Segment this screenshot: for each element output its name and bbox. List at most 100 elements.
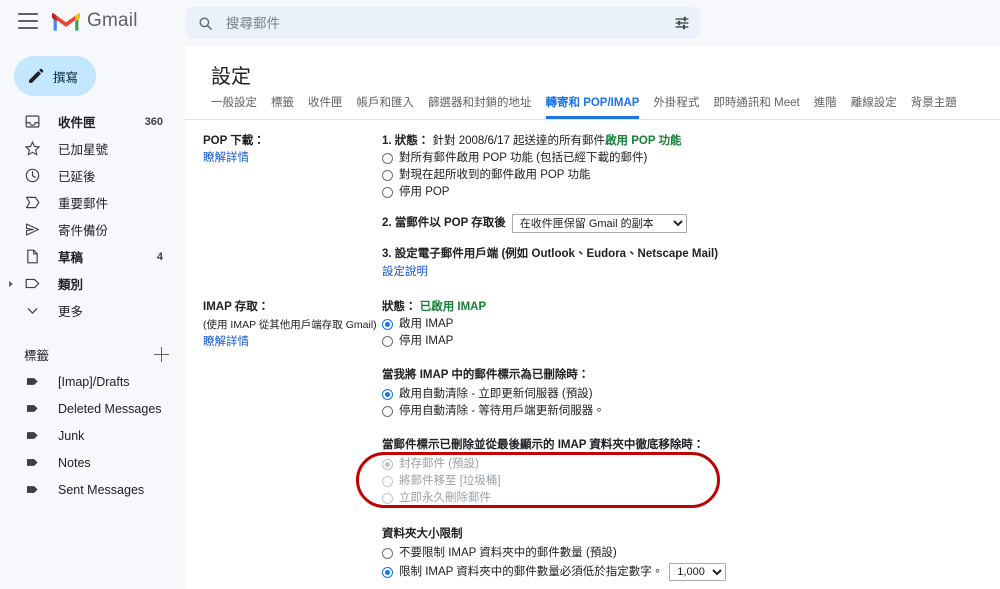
sidebar-label-notes[interactable]: Notes bbox=[0, 449, 177, 476]
tab-advanced[interactable]: 進階 bbox=[814, 97, 837, 119]
chevron-down-icon bbox=[24, 302, 41, 319]
search-icon bbox=[198, 16, 213, 31]
main-menu-icon[interactable] bbox=[18, 13, 38, 33]
radio-icon[interactable] bbox=[382, 566, 393, 578]
imap-options-col: 狀態： 已啟用 IMAP 啟用 IMAP 停用 IMAP 當我將 IMAP 中的… bbox=[382, 299, 1000, 589]
pop-option-all-mail[interactable]: 對所有郵件啟用 POP 功能 (包括已經下載的郵件) bbox=[382, 150, 1000, 167]
gmail-mark-icon bbox=[52, 11, 80, 32]
radio-icon[interactable] bbox=[382, 336, 393, 347]
sidebar-item-inbox[interactable]: 收件匣 360 bbox=[0, 108, 177, 135]
label-icon bbox=[24, 275, 41, 292]
sidebar-label-junk[interactable]: Junk bbox=[0, 422, 177, 449]
sidebar-label-deleted-messages[interactable]: Deleted Messages bbox=[0, 395, 177, 422]
radio-icon[interactable] bbox=[382, 170, 393, 181]
search-input[interactable] bbox=[224, 14, 674, 32]
compose-button[interactable]: 撰寫 bbox=[14, 56, 96, 96]
sidebar-item-categories[interactable]: 類別 bbox=[0, 270, 177, 297]
search-bar[interactable] bbox=[186, 7, 700, 39]
imap-learn-more-link[interactable]: 瞭解詳情 bbox=[203, 334, 249, 350]
radio-icon[interactable] bbox=[382, 153, 393, 164]
sidebar: 撰寫 收件匣 360 已加星號 已延後 重要郵件 寄件備份 草稿 4 類別 更多… bbox=[0, 46, 185, 589]
imap-status-line: 狀態： 已啟用 IMAP bbox=[382, 299, 1000, 316]
imap-label-col: IMAP 存取： (使用 IMAP 從其他用戶端存取 Gmail) 瞭解詳情 bbox=[185, 299, 382, 589]
imap-delete-option-auto-expunge-off[interactable]: 停用自動清除 - 等待用戶端更新伺服器。 bbox=[382, 403, 1000, 420]
sidebar-item-snoozed[interactable]: 已延後 bbox=[0, 162, 177, 189]
gmail-wordmark: Gmail bbox=[87, 10, 138, 31]
sidebar-item-more[interactable]: 更多 bbox=[0, 297, 177, 324]
sidebar-label-text: Junk bbox=[58, 428, 85, 443]
imap-option-disable[interactable]: 停用 IMAP bbox=[382, 333, 1000, 350]
chevron-right-icon[interactable] bbox=[9, 280, 13, 287]
sidebar-item-sent[interactable]: 寄件備份 bbox=[0, 216, 177, 243]
settings-panel: 設定 一般設定 標籤 收件匣 帳戶和匯入 篩選器和封鎖的地址 轉寄和 POP/I… bbox=[185, 46, 1000, 589]
radio-icon[interactable] bbox=[382, 548, 393, 559]
folder-size-limit-title: 資料夾大小限制 bbox=[382, 528, 463, 540]
tab-themes[interactable]: 背景主題 bbox=[911, 97, 957, 119]
gmail-logo[interactable]: Gmail bbox=[52, 10, 138, 32]
imap-delete-group-title: 當我將 IMAP 中的郵件標示為已刪除時： bbox=[382, 369, 590, 381]
imap-section-title: IMAP 存取： bbox=[203, 301, 270, 313]
pop-option-disable[interactable]: 停用 POP bbox=[382, 184, 1000, 201]
sidebar-item-starred[interactable]: 已加星號 bbox=[0, 135, 177, 162]
imap-option-label: 啟用 IMAP bbox=[399, 318, 454, 330]
sidebar-label-text: [Imap]/Drafts bbox=[58, 374, 130, 389]
pop-option-from-now[interactable]: 對現在起所收到的郵件啟用 POP 功能 bbox=[382, 167, 1000, 184]
sidebar-item-label: 收件匣 bbox=[58, 116, 96, 130]
pop-option-label: 對所有郵件啟用 POP 功能 (包括已經下載的郵件) bbox=[399, 152, 648, 164]
imap-option-enable[interactable]: 啟用 IMAP bbox=[382, 316, 1000, 333]
tab-inbox[interactable]: 收件匣 bbox=[308, 97, 343, 119]
imap-expunge-option-label: 立即永久刪除郵件 bbox=[399, 492, 491, 504]
tab-addons[interactable]: 外掛程式 bbox=[653, 97, 699, 119]
compose-label: 撰寫 bbox=[53, 70, 79, 85]
radio-icon bbox=[382, 476, 393, 487]
sidebar-item-drafts[interactable]: 草稿 4 bbox=[0, 243, 177, 270]
tab-filters-blocked[interactable]: 篩選器和封鎖的地址 bbox=[428, 97, 532, 119]
radio-icon[interactable] bbox=[382, 389, 393, 400]
send-icon bbox=[24, 221, 41, 238]
pop-step3-row: 3. 設定電子郵件用戶端 (例如 Outlook、Eudora、Netscape… bbox=[382, 246, 1000, 281]
imap-access-section: IMAP 存取： (使用 IMAP 從其他用戶端存取 Gmail) 瞭解詳情 狀… bbox=[185, 281, 1000, 589]
imap-status-highlight: 已啟用 IMAP bbox=[419, 301, 487, 313]
tab-general[interactable]: 一般設定 bbox=[211, 97, 257, 119]
settings-body: POP 下載： 瞭解詳情 1. 狀態： 針對 2008/6/17 起送達的所有郵… bbox=[185, 120, 1000, 589]
imap-expunge-group-title: 當郵件標示已刪除並從最後顯示的 IMAP 資料夾中徹底移除時： bbox=[382, 439, 705, 451]
page-title: 設定 bbox=[211, 66, 251, 88]
pop-action-select[interactable]: 在收件匣保留 Gmail 的副本 將 Gmail 的副本標示為已讀取 封存 Gm… bbox=[511, 214, 687, 233]
sidebar-item-count: 4 bbox=[156, 250, 163, 263]
imap-delete-option-auto-expunge-on[interactable]: 啟用自動清除 - 立即更新伺服器 (預設) bbox=[382, 386, 1000, 403]
folder-size-option-unlimited[interactable]: 不要限制 IMAP 資料夾中的郵件數量 (預設) bbox=[382, 545, 1000, 562]
sidebar-item-label: 更多 bbox=[58, 305, 84, 319]
radio-icon[interactable] bbox=[382, 187, 393, 198]
sidebar-label-sent-messages[interactable]: Sent Messages bbox=[0, 476, 177, 503]
imap-status-prefix: 狀態： bbox=[382, 301, 417, 313]
tab-accounts-import[interactable]: 帳戶和匯入 bbox=[357, 97, 415, 119]
sidebar-label-imap-drafts[interactable]: [Imap]/Drafts bbox=[0, 368, 177, 395]
pop-status-highlight: 啟用 POP 功能 bbox=[605, 135, 682, 147]
top-bar: Gmail bbox=[0, 0, 1000, 46]
pencil-icon bbox=[27, 68, 44, 85]
pop-learn-more-link[interactable]: 瞭解詳情 bbox=[203, 150, 249, 166]
folder-size-option-limited[interactable]: 限制 IMAP 資料夾中的郵件數量必須低於指定數字。 1,000 2,000 5… bbox=[382, 562, 1000, 582]
plus-icon[interactable] bbox=[154, 346, 169, 362]
folder-size-limit-select[interactable]: 1,000 2,000 5,000 10,000 bbox=[669, 563, 727, 581]
important-icon bbox=[24, 194, 41, 211]
radio-icon[interactable] bbox=[382, 319, 393, 330]
settings-tabs: 一般設定 標籤 收件匣 帳戶和匯入 篩選器和封鎖的地址 轉寄和 POP/IMAP… bbox=[185, 89, 1000, 120]
sidebar-item-label: 草稿 bbox=[58, 251, 84, 265]
imap-expunge-option-trash: 將郵件移至 [垃圾桶] bbox=[382, 473, 1000, 490]
imap-expunge-option-label: 將郵件移至 [垃圾桶] bbox=[399, 475, 501, 487]
pop-options-col: 1. 狀態： 針對 2008/6/17 起送達的所有郵件啟用 POP 功能 對所… bbox=[382, 133, 1000, 281]
tab-forwarding-pop-imap[interactable]: 轉寄和 POP/IMAP bbox=[545, 97, 640, 119]
tab-offline[interactable]: 離線設定 bbox=[851, 97, 897, 119]
pop-status-prefix: 1. 狀態： bbox=[382, 135, 430, 147]
radio-icon[interactable] bbox=[382, 406, 393, 417]
imap-section-subtitle: (使用 IMAP 從其他用戶端存取 Gmail) bbox=[203, 319, 377, 331]
tab-chat-meet[interactable]: 即時通訊和 Meet bbox=[713, 97, 799, 119]
tab-labels[interactable]: 標籤 bbox=[271, 97, 294, 119]
search-options-icon[interactable] bbox=[674, 15, 690, 31]
pop-status-line: 1. 狀態： 針對 2008/6/17 起送達的所有郵件啟用 POP 功能 bbox=[382, 133, 1000, 150]
label-tag-icon bbox=[24, 481, 41, 498]
pop-setup-instructions-link[interactable]: 設定說明 bbox=[382, 264, 428, 281]
sidebar-item-important[interactable]: 重要郵件 bbox=[0, 189, 177, 216]
radio-icon bbox=[382, 459, 393, 470]
